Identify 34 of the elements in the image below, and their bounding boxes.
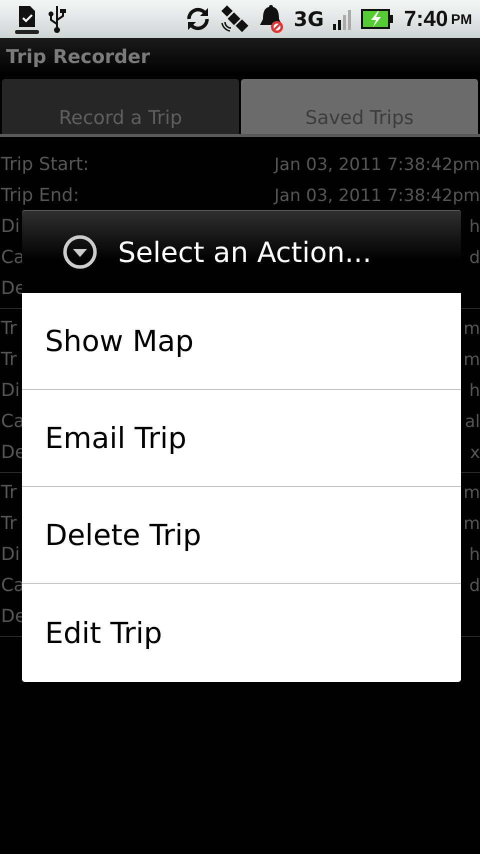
download-done-icon [14,4,40,34]
battery-charging-icon [360,8,394,30]
field-label: Di [0,380,21,401]
field-label: Tr [0,349,18,370]
signal-icon [332,8,352,30]
field-value: d [468,576,480,596]
field-label: Tr [0,318,18,339]
field-label: Di [0,544,21,565]
dialog-title: Select an Action... [118,236,372,268]
dropdown-icon [62,234,98,270]
usb-icon [48,4,66,34]
field-value: Jan 03, 2011 7:38:42pm [273,186,480,206]
field-label: Trip Start: [0,154,90,175]
field-label: Tr [0,482,18,503]
satellite-icon [220,5,250,33]
field-label: Trip End: [0,185,80,206]
field-value: m [462,514,480,534]
field-value: m [462,350,480,370]
field-label: Tr [0,513,18,534]
field-value: h [468,216,480,236]
field-value: d [468,248,480,268]
app-title: Trip Recorder [6,46,150,68]
field-value: x [468,442,480,462]
clock-time: 7:40 [404,6,448,32]
field-value: al [464,412,480,432]
field-value: Jan 03, 2011 7:38:42pm [273,154,480,174]
field-value: h [468,544,480,564]
field-label: Di [0,216,21,237]
field-value: h [468,380,480,400]
field-value: m [462,318,480,338]
network-type: 3G [294,7,324,31]
field-value: m [462,482,480,502]
clock-period: PM [451,11,472,27]
bell-muted-icon [258,4,286,34]
